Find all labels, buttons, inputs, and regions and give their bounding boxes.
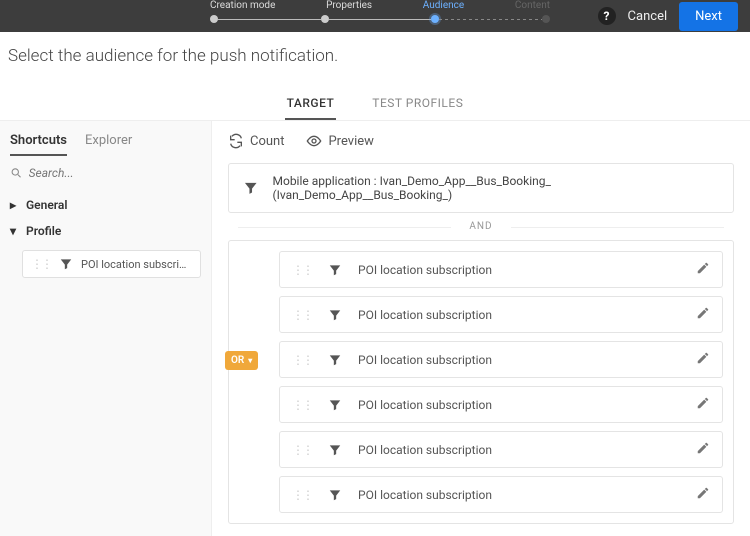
- step-audience[interactable]: Audience: [423, 0, 464, 11]
- rule-item[interactable]: ⋮⋮ POI location subscription: [279, 296, 723, 333]
- edit-button[interactable]: [696, 261, 710, 278]
- funnel-icon: [328, 488, 342, 502]
- caret-down-icon: ▾: [248, 356, 252, 365]
- and-connector: AND: [228, 221, 734, 232]
- step-dot-3: [431, 15, 439, 23]
- funnel-icon: [328, 263, 342, 277]
- pencil-icon: [696, 306, 710, 320]
- pencil-icon: [696, 396, 710, 410]
- sidebar-tab-explorer[interactable]: Explorer: [85, 133, 132, 156]
- rule-item[interactable]: ⋮⋮ POI location subscription: [279, 341, 723, 378]
- pencil-icon: [696, 261, 710, 275]
- content-tabs: TARGET TEST PROFILES: [0, 88, 750, 121]
- next-button[interactable]: Next: [679, 2, 738, 31]
- pencil-icon: [696, 441, 710, 455]
- rule-label: POI location subscription: [358, 263, 492, 277]
- rule-label: POI location subscription: [358, 308, 492, 322]
- tab-test-profiles[interactable]: TEST PROFILES: [370, 88, 465, 120]
- step-dot-2: [321, 15, 329, 23]
- funnel-icon: [328, 443, 342, 457]
- rules-canvas: Count Preview Mobile application : Ivan_…: [212, 121, 750, 536]
- edit-button[interactable]: [696, 351, 710, 368]
- drag-handle-icon[interactable]: ⋮⋮: [292, 398, 312, 412]
- funnel-icon: [328, 308, 342, 322]
- sidebar-tab-shortcuts[interactable]: Shortcuts: [10, 133, 67, 156]
- funnel-icon: [328, 353, 342, 367]
- rule-item[interactable]: ⋮⋮ POI location subscription: [279, 251, 723, 288]
- shortcut-group-label: Profile: [26, 224, 61, 238]
- step-properties[interactable]: Properties: [326, 0, 372, 11]
- rule-label: POI location subscription: [358, 353, 492, 367]
- rule-label: POI location subscription: [358, 398, 492, 412]
- edit-button[interactable]: [696, 441, 710, 458]
- pencil-icon: [696, 486, 710, 500]
- drag-handle-icon[interactable]: ⋮⋮: [292, 443, 312, 457]
- funnel-icon: [328, 398, 342, 412]
- funnel-icon: [243, 180, 259, 196]
- tab-target[interactable]: TARGET: [285, 88, 337, 120]
- mobile-app-filter-row[interactable]: Mobile application : Ivan_Demo_App__Bus_…: [228, 163, 734, 213]
- count-button[interactable]: Count: [228, 133, 284, 149]
- count-label: Count: [250, 134, 284, 149]
- rules-group: OR ▾ ⋮⋮ POI location subscription ⋮⋮ POI…: [228, 240, 734, 524]
- shortcut-group-profile[interactable]: ▾ Profile: [10, 218, 201, 244]
- edit-button[interactable]: [696, 396, 710, 413]
- funnel-icon: [59, 257, 73, 271]
- drag-handle-icon[interactable]: ⋮⋮: [292, 308, 312, 322]
- stepper: Creation mode Properties Audience Conten…: [210, 0, 550, 32]
- mobile-app-text: Mobile application : Ivan_Demo_App__Bus_…: [273, 174, 720, 202]
- preview-label: Preview: [328, 134, 373, 149]
- sidebar: Shortcuts Explorer ▸ General ▾ Profile ⋮…: [0, 121, 212, 536]
- edit-button[interactable]: [696, 306, 710, 323]
- shortcut-item-poi[interactable]: ⋮⋮ POI location subscriptio…: [22, 250, 201, 278]
- step-dot-4: [542, 15, 550, 23]
- page-title: Select the audience for the push notific…: [0, 32, 750, 74]
- refresh-icon: [228, 133, 244, 149]
- rule-label: POI location subscription: [358, 488, 492, 502]
- drag-handle-icon[interactable]: ⋮⋮: [292, 263, 312, 277]
- drag-handle-icon[interactable]: ⋮⋮: [292, 353, 312, 367]
- cancel-button[interactable]: Cancel: [628, 9, 668, 24]
- canvas-toolbar: Count Preview: [228, 133, 734, 149]
- shortcut-group-general[interactable]: ▸ General: [10, 192, 201, 218]
- eye-icon: [306, 133, 322, 149]
- shortcut-group-label: General: [26, 198, 67, 212]
- sidebar-search[interactable]: [10, 166, 201, 180]
- pencil-icon: [696, 351, 710, 365]
- or-label: OR: [231, 355, 244, 366]
- chevron-right-icon: ▸: [10, 198, 20, 212]
- edit-button[interactable]: [696, 486, 710, 503]
- step-dot-1: [210, 15, 218, 23]
- drag-handle-icon[interactable]: ⋮⋮: [292, 488, 312, 502]
- search-input[interactable]: [29, 166, 201, 180]
- rule-item[interactable]: ⋮⋮ POI location subscription: [279, 386, 723, 423]
- step-content: Content: [515, 0, 550, 11]
- shortcut-item-label: POI location subscriptio…: [81, 258, 192, 271]
- drag-handle-icon: ⋮⋮: [31, 257, 51, 271]
- search-icon: [10, 166, 23, 180]
- or-connector-badge[interactable]: OR ▾: [225, 351, 258, 370]
- chevron-down-icon: ▾: [10, 224, 20, 238]
- rule-label: POI location subscription: [358, 443, 492, 457]
- rule-item[interactable]: ⋮⋮ POI location subscription: [279, 476, 723, 513]
- step-creation-mode[interactable]: Creation mode: [210, 0, 275, 11]
- help-icon[interactable]: ?: [598, 7, 616, 25]
- rule-item[interactable]: ⋮⋮ POI location subscription: [279, 431, 723, 468]
- top-bar: Creation mode Properties Audience Conten…: [0, 0, 750, 32]
- preview-button[interactable]: Preview: [306, 133, 373, 149]
